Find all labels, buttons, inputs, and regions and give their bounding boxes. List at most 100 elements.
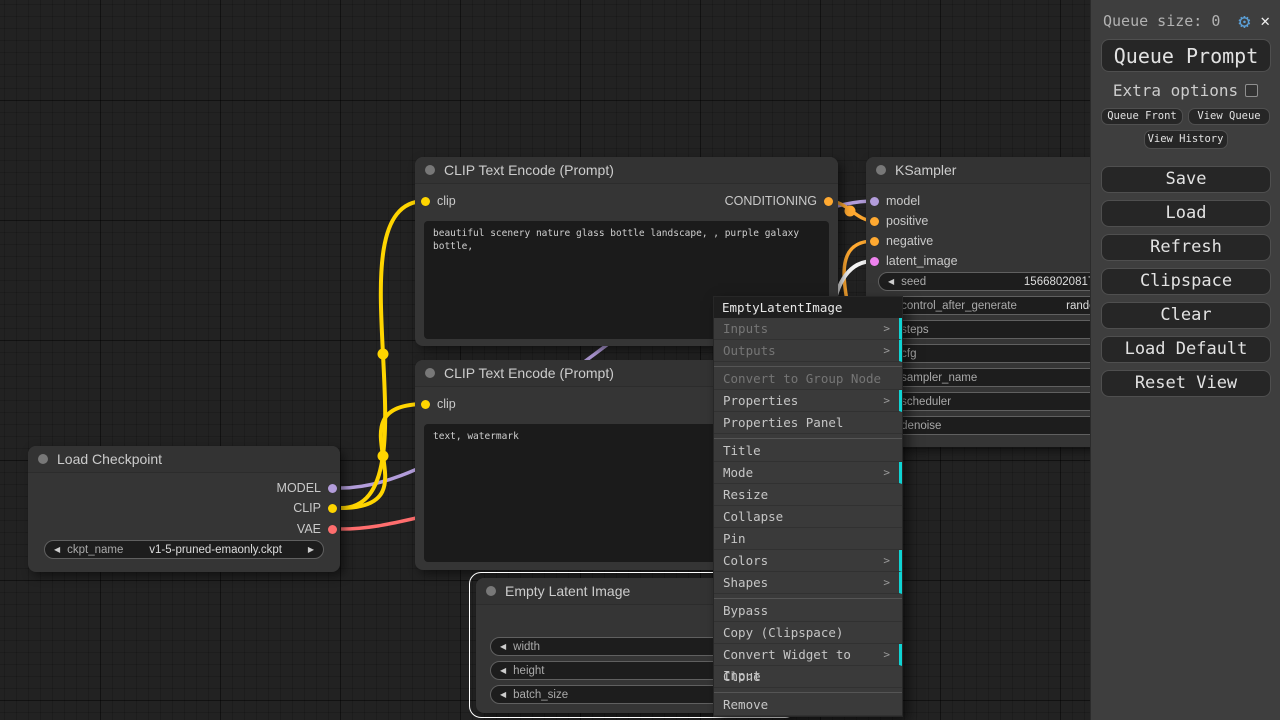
reset-view-button[interactable]: Reset View	[1101, 370, 1271, 397]
conditioning-port[interactable]	[870, 236, 879, 246]
close-icon[interactable]: ✕	[1260, 11, 1270, 30]
slot-label: MODEL	[276, 481, 321, 495]
conditioning-port[interactable]	[824, 196, 833, 206]
widget-value: v1-5-pruned-emaonly.ckpt	[149, 543, 282, 556]
load-button[interactable]: Load	[1101, 200, 1271, 227]
link-dot	[844, 205, 856, 217]
menu-item-title[interactable]: Title	[714, 440, 902, 462]
clip-port[interactable]	[421, 399, 430, 409]
output-conditioning[interactable]: CONDITIONING	[725, 192, 833, 210]
menu-item-label: Properties	[723, 393, 799, 408]
settings-gear-icon[interactable]: ⚙	[1238, 11, 1250, 31]
node-title-bar[interactable]: Load Checkpoint	[28, 446, 340, 473]
queue-front-button[interactable]: Queue Front	[1101, 108, 1183, 125]
widget-left-arrow-icon[interactable]: ◀	[888, 277, 894, 286]
menu-item-mode[interactable]: Mode >	[714, 462, 902, 484]
menu-item-label: Convert to Group Node	[723, 371, 882, 386]
widget-name: steps	[901, 323, 929, 336]
input-clip[interactable]: clip	[421, 395, 456, 413]
menu-item-label: Bypass	[723, 603, 769, 618]
widget-name: denoise	[901, 419, 942, 432]
queue-size-label: Queue size: 0	[1103, 11, 1221, 30]
slot-label: clip	[437, 397, 456, 411]
save-button[interactable]: Save	[1101, 166, 1271, 193]
load-default-button[interactable]: Load Default	[1101, 336, 1271, 363]
model-port[interactable]	[328, 483, 337, 493]
widget-name: sampler_name	[901, 371, 978, 384]
menu-item-shapes[interactable]: Shapes >	[714, 572, 902, 594]
menu-item-properties-panel[interactable]: Properties Panel	[714, 412, 902, 434]
submenu-arrow-icon: >	[883, 466, 890, 479]
slot-label: negative	[886, 234, 934, 248]
slot-label: latent_image	[886, 254, 958, 268]
node-title: Load Checkpoint	[57, 451, 163, 467]
submenu-arrow-icon: >	[883, 648, 890, 661]
clip-port[interactable]	[328, 503, 337, 513]
menu-item-label: Outputs	[723, 343, 776, 358]
input-model[interactable]: model	[870, 192, 920, 210]
menu-item-pin[interactable]: Pin	[714, 528, 902, 550]
widget-name: ckpt_name	[67, 543, 124, 556]
menu-item-properties[interactable]: Properties >	[714, 390, 902, 412]
menu-item-colors[interactable]: Colors >	[714, 550, 902, 572]
output-vae[interactable]: VAE	[297, 520, 337, 538]
menu-item-label: Pin	[723, 531, 746, 546]
refresh-button[interactable]: Refresh	[1101, 234, 1271, 261]
input-clip[interactable]: clip	[421, 192, 456, 210]
widget-name: control_after_generate	[901, 299, 1017, 312]
widget-left-arrow-icon[interactable]: ◀	[54, 545, 60, 554]
menu-item-convert-widget-to-input[interactable]: Convert Widget to Input >	[714, 644, 902, 683]
output-clip[interactable]: CLIP	[293, 499, 337, 517]
model-port[interactable]	[870, 196, 879, 206]
node-title-bar[interactable]: CLIP Text Encode (Prompt)	[415, 157, 838, 184]
slot-label: positive	[886, 214, 929, 228]
input-latent-image[interactable]: latent_image	[870, 252, 958, 270]
vae-port[interactable]	[328, 524, 337, 534]
menu-item-clone[interactable]: Clone	[714, 666, 902, 688]
menu-separator	[714, 434, 902, 439]
output-model[interactable]: MODEL	[277, 479, 337, 497]
menu-item-label: Resize	[723, 487, 769, 502]
clipspace-button[interactable]: Clipspace	[1101, 268, 1271, 295]
slot-label: CONDITIONING	[724, 194, 817, 208]
widget-name: cfg	[901, 347, 917, 360]
graph-canvas[interactable]: Load Checkpoint MODEL CLIP VAE ◀ ckpt_na…	[0, 0, 1280, 720]
node-load-checkpoint[interactable]: Load Checkpoint MODEL CLIP VAE ◀ ckpt_na…	[28, 446, 340, 572]
collapse-dot[interactable]	[876, 165, 886, 175]
queue-prompt-button[interactable]: Queue Prompt	[1101, 39, 1271, 72]
input-positive[interactable]: positive	[870, 212, 928, 230]
submenu-arrow-icon: >	[883, 394, 890, 407]
ckpt-name-widget[interactable]: ◀ ckpt_name v1-5-pruned-emaonly.ckpt ▶	[44, 540, 324, 559]
input-negative[interactable]: negative	[870, 232, 933, 250]
context-menu: EmptyLatentImage Inputs > Outputs > Conv…	[713, 296, 903, 717]
menu-separator	[714, 594, 902, 599]
widget-name: seed	[901, 275, 927, 288]
node-title: CLIP Text Encode (Prompt)	[444, 162, 614, 178]
clear-button[interactable]: Clear	[1101, 302, 1271, 329]
collapse-dot[interactable]	[38, 454, 48, 464]
latent-port[interactable]	[870, 256, 879, 266]
menu-item-label: Colors	[723, 553, 769, 568]
menu-separator	[714, 688, 902, 693]
widget-right-arrow-icon[interactable]: ▶	[308, 545, 314, 554]
conditioning-port[interactable]	[870, 216, 879, 226]
menu-separator	[714, 362, 902, 367]
menu-item-label: Clone	[723, 669, 761, 684]
menu-item-bypass[interactable]: Bypass	[714, 600, 902, 622]
view-history-button[interactable]: View History	[1143, 130, 1228, 149]
clip-port[interactable]	[421, 196, 430, 206]
node-title: KSampler	[895, 162, 957, 178]
menu-item-collapse[interactable]: Collapse	[714, 506, 902, 528]
menu-item-remove[interactable]: Remove	[714, 694, 902, 716]
menu-item-resize[interactable]: Resize	[714, 484, 902, 506]
extra-options-label: Extra options	[1112, 81, 1239, 100]
extra-options-checkbox[interactable]	[1245, 84, 1259, 97]
view-queue-button[interactable]: View Queue	[1188, 108, 1270, 125]
collapse-dot[interactable]	[425, 368, 435, 378]
submenu-arrow-icon: >	[883, 322, 890, 335]
menu-item-label: Title	[723, 443, 761, 458]
collapse-dot[interactable]	[425, 165, 435, 175]
submenu-arrow-icon: >	[883, 554, 890, 567]
menu-item-copy-clipspace[interactable]: Copy (Clipspace)	[714, 622, 902, 644]
menu-item-label: Collapse	[723, 509, 784, 524]
